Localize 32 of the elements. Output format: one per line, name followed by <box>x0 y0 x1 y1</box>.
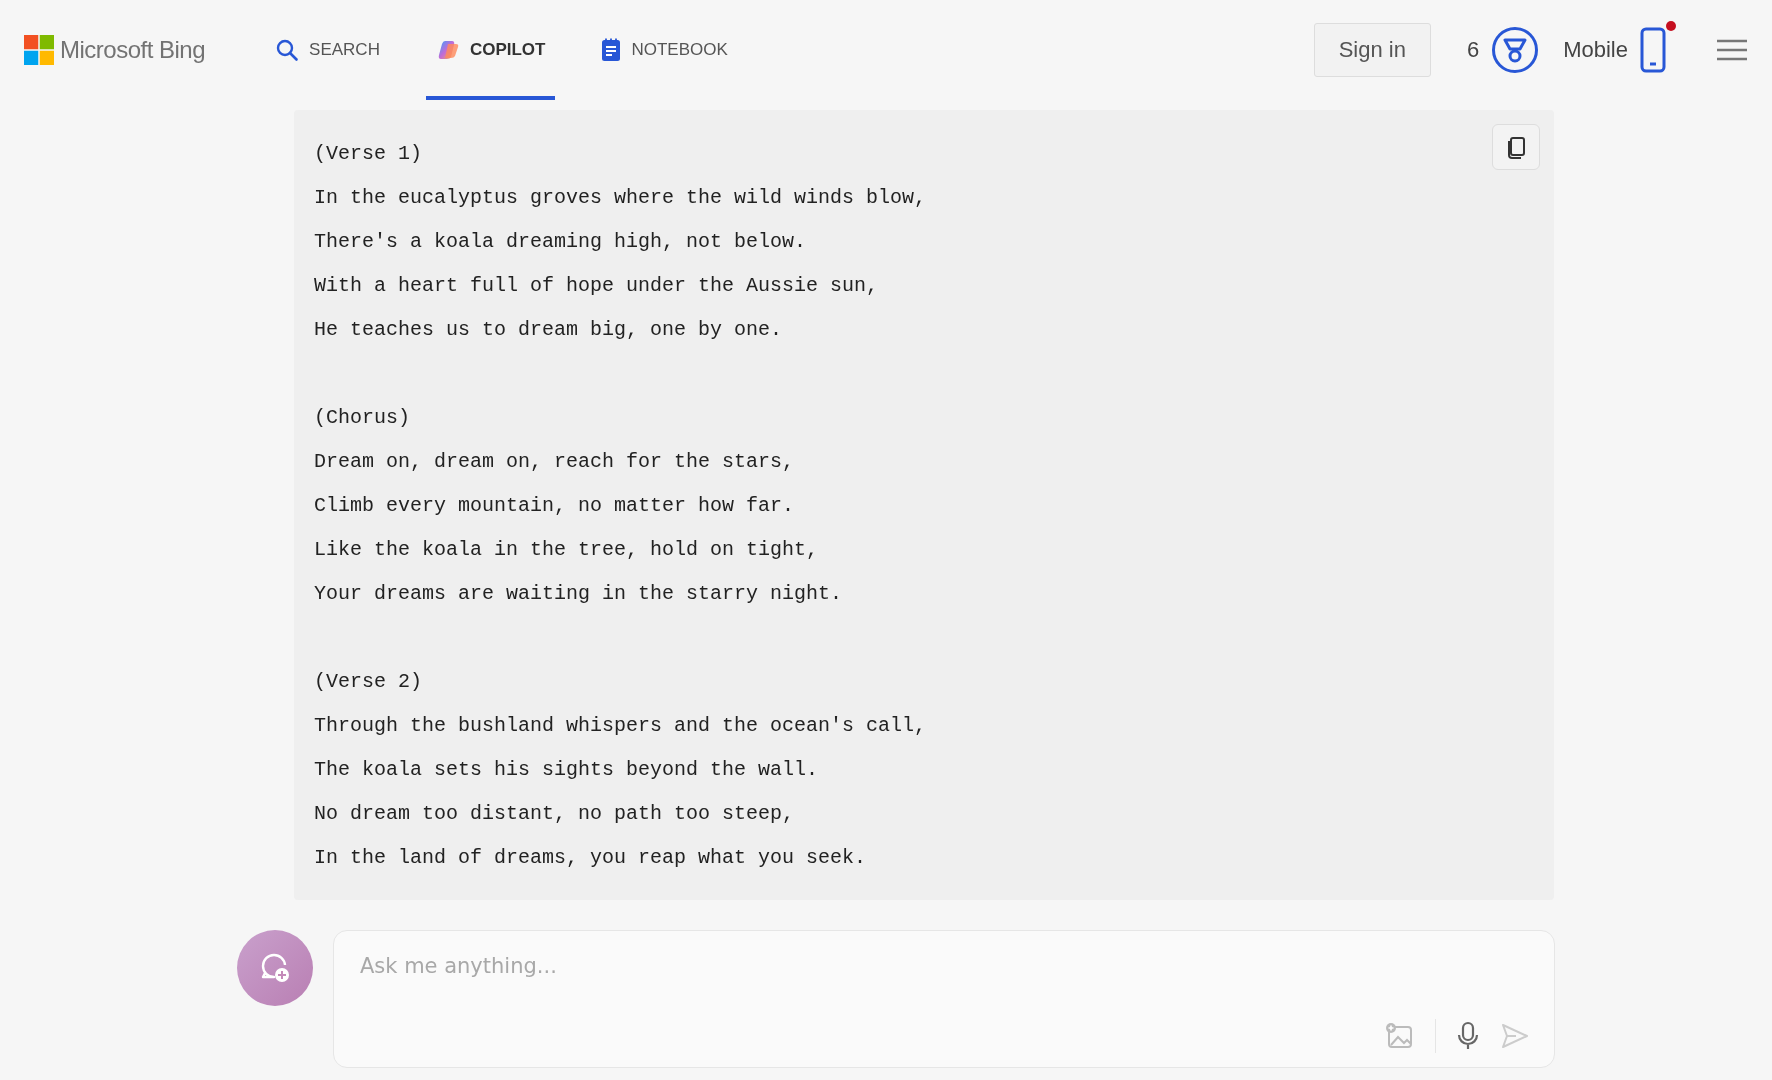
rewards-count: 6 <box>1466 37 1480 63</box>
sign-in-button[interactable]: Sign in <box>1313 23 1431 77</box>
code-line: The koala sets his sights beyond the wall. <box>314 757 819 783</box>
code-line: He teaches us to dream big, one by one. <box>314 317 783 343</box>
ask-input-field[interactable]: Ask me anything... <box>358 953 1530 979</box>
code-line: (Verse 2) <box>314 669 423 695</box>
code-line: In the eucalyptus groves where the wild winds blow, <box>314 185 927 211</box>
logo-text: Microsoft Bing <box>60 36 206 64</box>
nav-tab[interactable]: NOTEBOOK <box>591 0 738 100</box>
microphone-icon[interactable] <box>1456 1021 1480 1051</box>
code-line: With a heart full of hope under the Aussie sun, <box>314 273 879 299</box>
phone-icon[interactable] <box>1640 27 1666 73</box>
code-line: In the land of dreams, you reap what you seek. <box>314 845 867 871</box>
code-line: Through the bushland whispers and the ocean's call, <box>314 713 927 739</box>
code-line: (Chorus) <box>314 405 410 431</box>
code-line: Like the koala in the tree, hold on tight, <box>314 537 819 563</box>
search-icon <box>275 38 300 62</box>
mobile-link[interactable]: Mobile <box>1563 37 1628 63</box>
notebook-icon <box>601 38 622 62</box>
code-line: Dream on, dream on, reach for the stars, <box>314 449 795 475</box>
bing-logo[interactable]: Microsoft Bing <box>24 35 206 65</box>
copy-button[interactable] <box>1492 124 1540 170</box>
windows-logo-icon <box>24 35 54 65</box>
code-line: There's a koala dreaming high, not below. <box>314 229 807 255</box>
menu-icon[interactable] <box>1716 38 1748 62</box>
code-line: No dream too distant, no path too steep, <box>314 801 795 827</box>
code-line: Climb every mountain, no matter how far. <box>314 493 795 519</box>
nav-tab[interactable]: COPILOT <box>425 0 556 100</box>
medal-icon[interactable] <box>1491 26 1540 74</box>
nav-tab[interactable]: SEARCH <box>265 0 390 100</box>
code-line: Your dreams are waiting in the starry night. <box>314 581 843 607</box>
code-line: (Verse 1) <box>314 141 423 167</box>
